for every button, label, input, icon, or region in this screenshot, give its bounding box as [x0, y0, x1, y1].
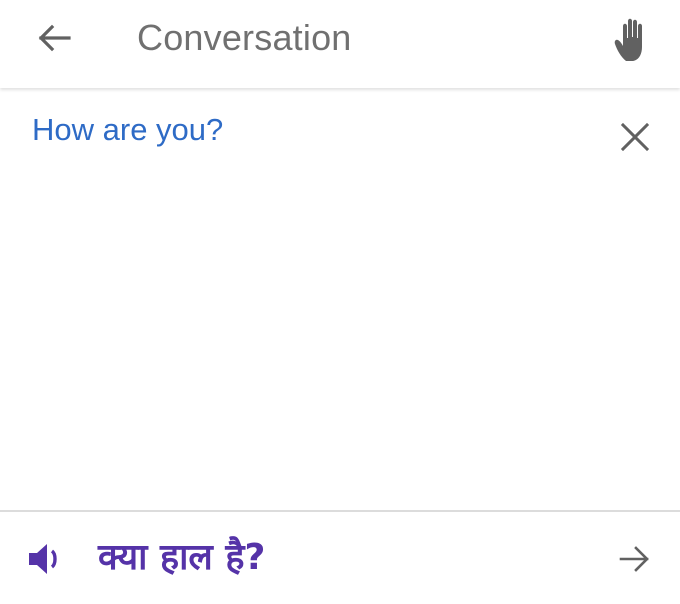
clear-button[interactable] [612, 114, 658, 160]
close-icon [621, 123, 649, 151]
top-app-bar: Conversation [0, 0, 680, 88]
back-button[interactable] [28, 18, 80, 58]
conversation-screen: Conversation How are you? क्या हाल है? [0, 0, 680, 604]
page-title: Conversation [137, 17, 352, 58]
translation-text[interactable]: क्या हाल है? [98, 534, 265, 582]
arrow-right-icon [619, 545, 651, 573]
translation-row: क्या हाल है? [0, 512, 680, 604]
speak-button[interactable] [22, 536, 68, 582]
arrow-left-icon [37, 24, 71, 52]
hand-mode-button[interactable] [606, 14, 662, 66]
open-translation-button[interactable] [612, 536, 658, 582]
source-text[interactable]: How are you? [32, 110, 223, 150]
speaker-icon [26, 542, 64, 576]
source-panel: How are you? [0, 90, 680, 510]
hand-icon [612, 17, 656, 63]
